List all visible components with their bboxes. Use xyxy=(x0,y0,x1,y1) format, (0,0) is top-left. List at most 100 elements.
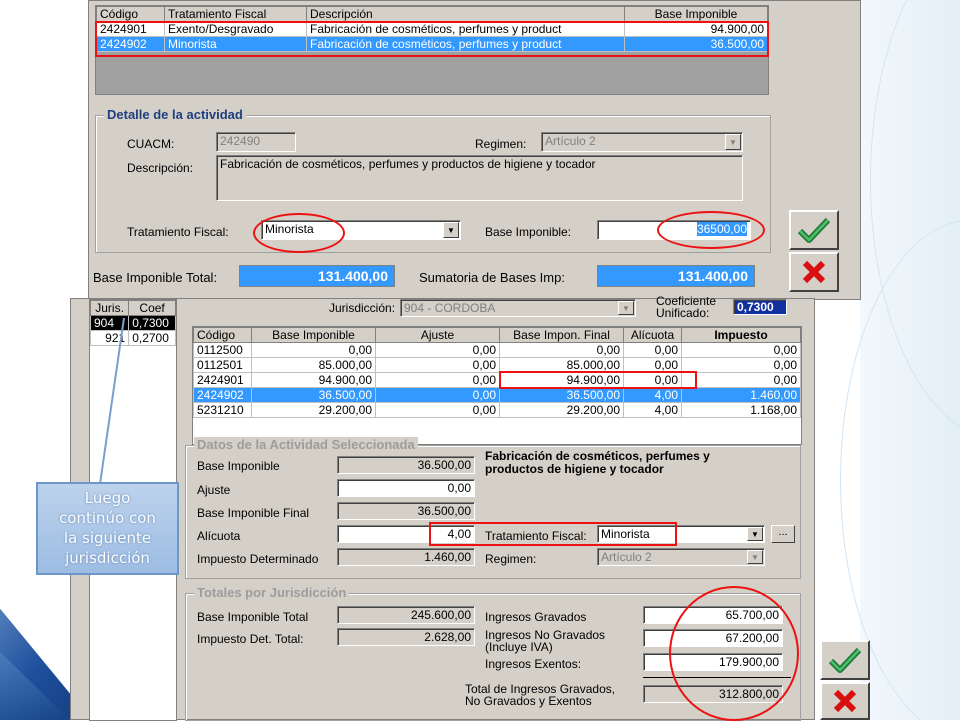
callout-line1: Luego xyxy=(84,489,131,507)
base-total-value: 245.600,00 xyxy=(337,606,475,624)
chevron-down-icon[interactable]: ▼ xyxy=(747,527,763,541)
cell-impuesto: 1.460,00 xyxy=(681,387,801,403)
ingresos-gravados-label: Ingresos Gravados xyxy=(485,610,587,624)
cell-codigo: 0112500 xyxy=(193,342,252,358)
table-row[interactable]: 0112501 85.000,00 0,00 85.000,00 0,00 0,… xyxy=(193,357,801,373)
chevron-down-icon[interactable]: ▼ xyxy=(747,550,763,564)
checkmark-icon xyxy=(797,217,831,243)
cell-codigo: 2424902 xyxy=(193,387,252,403)
cell-impuesto: 0,00 xyxy=(681,342,801,358)
descripcion-field[interactable]: Fabricación de cosméticos, perfumes y pr… xyxy=(216,155,743,201)
cell-impuesto: 0,00 xyxy=(681,372,801,388)
sumatoria-label: Sumatoria de Bases Imp: xyxy=(419,270,565,285)
cell-base: 94.900,00 xyxy=(251,372,376,388)
callout-line4: jurisdicción xyxy=(65,549,150,567)
regimen-label: Regimen: xyxy=(485,552,537,566)
sumatoria-value: 131.400,00 xyxy=(597,265,755,287)
base-imponible-label: Base Imponible xyxy=(197,459,280,473)
chevron-down-icon[interactable]: ▼ xyxy=(443,222,459,238)
table-row[interactable]: 2424901 94.900,00 0,00 94.900,00 0,00 0,… xyxy=(193,372,801,388)
regimen-select[interactable]: Artículo 2 ▼ xyxy=(541,132,743,152)
ingresos-no-gravados-label: Ingresos No Gravados (Incluye IVA) xyxy=(485,629,605,653)
total-ingresos-label-line2: No Gravados y Exentos xyxy=(465,694,592,708)
table-row[interactable]: 5231210 29.200,00 0,00 29.200,00 4,00 1.… xyxy=(193,402,801,418)
ok-button[interactable] xyxy=(789,210,839,250)
activities-tax-grid[interactable]: Código Base Imponible Ajuste Base Impon.… xyxy=(192,326,802,445)
jurisdiccion-value: 904 - CORDOBA xyxy=(404,301,496,315)
tratamiento-label: Tratamiento Fiscal: xyxy=(127,225,229,239)
cell-alicuota: 4,00 xyxy=(623,387,682,403)
checkmark-icon xyxy=(828,647,862,673)
base-label: Base Imponible: xyxy=(485,225,572,239)
col-coef[interactable]: Coef xyxy=(128,300,176,316)
jurisdiccion-label: Jurisdicción: xyxy=(329,301,396,315)
col-ajuste[interactable]: Ajuste xyxy=(375,327,500,343)
totals-highlight-circle xyxy=(669,586,799,721)
tratamiento-browse-button[interactable]: ... xyxy=(771,525,795,543)
ajuste-label: Ajuste xyxy=(197,483,231,497)
red-x-icon xyxy=(802,260,826,284)
actividad-description-line1: Fabricación de cosméticos, perfumes y xyxy=(485,449,710,463)
chevron-down-icon[interactable]: ▼ xyxy=(618,301,634,315)
actividad-description: Fabricación de cosméticos, perfumes y pr… xyxy=(485,450,710,476)
col-final[interactable]: Base Impon. Final xyxy=(499,327,624,343)
detalle-legend: Detalle de la actividad xyxy=(104,107,246,122)
impuesto-det-value: 1.460,00 xyxy=(337,548,475,566)
callout-line2: continúo con xyxy=(59,509,156,527)
impuesto-total-label: Impuesto Det. Total: xyxy=(197,632,304,646)
cell-base: 29.200,00 xyxy=(251,402,376,418)
jurisdiccion-select[interactable]: 904 - CORDOBA ▼ xyxy=(400,299,636,317)
actividad-description-line2: productos de higiene y tocador xyxy=(485,462,664,476)
base-total-value: 131.400,00 xyxy=(239,265,395,287)
col-base[interactable]: Base Imponible xyxy=(251,327,376,343)
cancel-button[interactable] xyxy=(820,682,870,720)
totales-legend: Totales por Jurisdicción xyxy=(194,585,350,600)
chevron-down-icon[interactable]: ▼ xyxy=(725,134,741,150)
cell-final: 36.500,00 xyxy=(499,387,624,403)
ajuste-field[interactable]: 0,00 xyxy=(337,479,475,497)
impuesto-det-label: Impuesto Determinado xyxy=(197,552,319,566)
total-ingresos-label: Total de Ingresos Gravados, No Gravados … xyxy=(465,683,615,707)
ok-button[interactable] xyxy=(820,640,870,680)
alicuota-highlight-rect xyxy=(429,522,677,546)
regimen-select[interactable]: Artículo 2 ▼ xyxy=(597,548,765,566)
col-descripcion[interactable]: Descripción xyxy=(306,6,625,22)
cuacm-field[interactable]: 242490 xyxy=(216,132,296,152)
grid-highlight-rect xyxy=(499,371,697,389)
regimen-value: Artículo 2 xyxy=(545,134,596,148)
base-highlight-circle xyxy=(657,211,765,249)
col-impuesto[interactable]: Impuesto xyxy=(681,327,801,343)
red-x-icon xyxy=(833,689,857,713)
jurisdiction-window: Juris. Coef 904 0,7300 921 0,2700 Jurisd… xyxy=(70,295,815,721)
base-total-label: Base Imponible Total: xyxy=(93,270,218,285)
cell-impuesto: 1.168,00 xyxy=(681,402,801,418)
col-codigo[interactable]: Código xyxy=(96,6,165,22)
descripcion-label: Descripción: xyxy=(127,161,194,175)
grid-highlight-rect xyxy=(95,21,769,57)
cell-base: 0,00 xyxy=(251,342,376,358)
coeficiente-label: Coeficiente Unificado: xyxy=(656,295,716,319)
datos-legend: Datos de la Actividad Seleccionada xyxy=(194,437,418,452)
col-base[interactable]: Base Imponible xyxy=(624,6,768,22)
col-codigo[interactable]: Código xyxy=(193,327,252,343)
cell-coef: 0,2700 xyxy=(128,330,176,346)
cell-base: 85.000,00 xyxy=(251,357,376,373)
table-row[interactable]: 2424902 36.500,00 0,00 36.500,00 4,00 1.… xyxy=(193,387,801,403)
tratamiento-highlight-circle xyxy=(253,213,345,253)
cell-final: 0,00 xyxy=(499,342,624,358)
regimen-value: Artículo 2 xyxy=(601,550,652,564)
coeficiente-value: 0,7300 xyxy=(733,299,787,315)
table-row[interactable]: 0112500 0,00 0,00 0,00 0,00 0,00 xyxy=(193,342,801,358)
cell-ajuste: 0,00 xyxy=(375,357,500,373)
alicuota-label: Alícuota xyxy=(197,529,241,543)
callout-line3: la siguiente xyxy=(63,529,152,547)
col-tratamiento[interactable]: Tratamiento Fiscal xyxy=(164,6,307,22)
cell-base: 36.500,00 xyxy=(251,387,376,403)
cell-ajuste: 0,00 xyxy=(375,342,500,358)
col-alicuota[interactable]: Alícuota xyxy=(623,327,682,343)
activity-detail-window: Código Tratamiento Fiscal Descripción Ba… xyxy=(88,0,861,300)
cell-ajuste: 0,00 xyxy=(375,387,500,403)
ingresos-no-gravados-label-line2: (Incluye IVA) xyxy=(485,640,553,654)
cancel-button[interactable] xyxy=(789,252,839,292)
cell-ajuste: 0,00 xyxy=(375,372,500,388)
